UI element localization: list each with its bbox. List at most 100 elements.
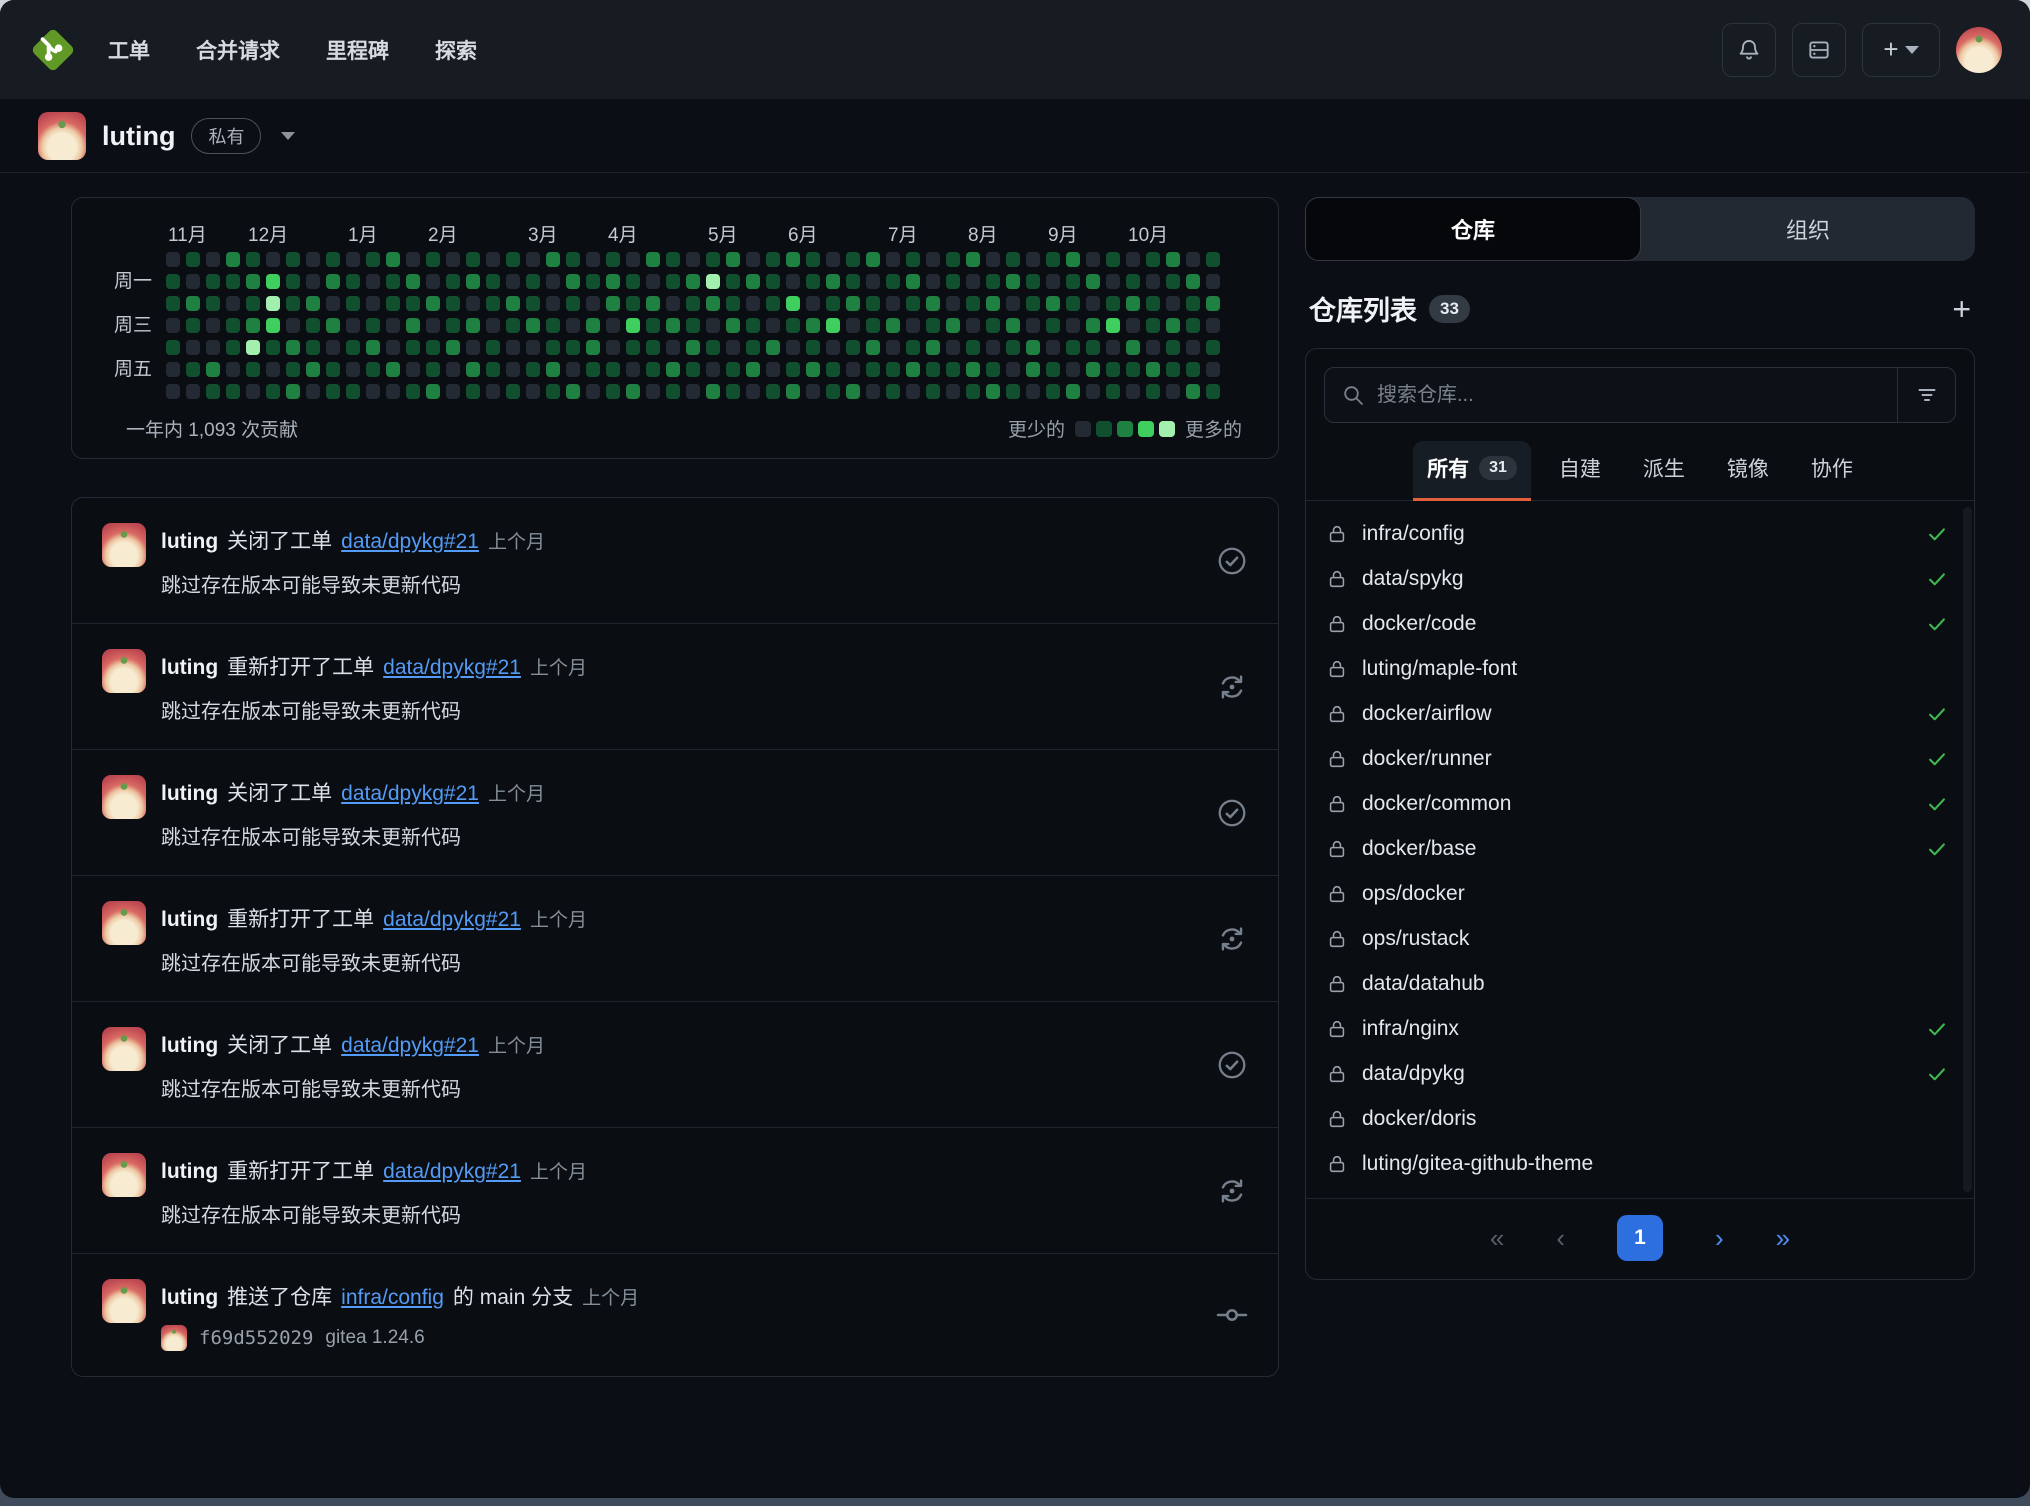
filter-tab-all[interactable]: 所有 31 xyxy=(1413,441,1531,501)
pagination-page-1[interactable]: 1 xyxy=(1617,1215,1663,1261)
heatmap-cell xyxy=(926,384,940,399)
top-navbar: 工单 合并请求 里程碑 探索 xyxy=(0,0,2030,100)
pagination-next-button[interactable]: › xyxy=(1715,1223,1724,1254)
heatmap-cell xyxy=(986,384,1000,399)
footer-license-link[interactable]: 许可证 xyxy=(1217,1497,1274,1498)
repo-row[interactable]: docker/base xyxy=(1306,826,1974,871)
repo-row[interactable]: docker/doris xyxy=(1306,1096,1974,1141)
pagination-first-button[interactable]: « xyxy=(1490,1223,1504,1254)
feed-target-link[interactable]: data/dpykg#21 xyxy=(341,782,479,806)
heatmap-cell xyxy=(686,362,700,377)
nav-item-issues[interactable]: 工单 xyxy=(108,35,150,65)
pagination-last-button[interactable]: » xyxy=(1776,1223,1790,1254)
repo-name: docker/runner xyxy=(1362,747,1492,771)
repo-row[interactable]: data/datahub xyxy=(1306,961,1974,1006)
profile-avatar[interactable] xyxy=(38,112,86,160)
heatmap-cell xyxy=(246,340,260,355)
feed-username-link[interactable]: luting xyxy=(161,1034,218,1058)
heatmap-month-label: 6月 xyxy=(788,220,818,247)
avatar[interactable] xyxy=(102,649,146,693)
tab-repositories[interactable]: 仓库 xyxy=(1305,197,1641,261)
heatmap-cell xyxy=(1006,318,1020,333)
feed-target-link[interactable]: infra/config xyxy=(341,1286,444,1310)
feed-username-link[interactable]: luting xyxy=(161,782,218,806)
chevron-down-icon[interactable] xyxy=(281,132,295,140)
heatmap-cell xyxy=(286,384,300,399)
nav-item-milestones[interactable]: 里程碑 xyxy=(326,35,389,65)
heatmap-cell xyxy=(346,296,360,311)
heatmap-cell xyxy=(746,318,760,333)
repo-row[interactable]: data/dpykg xyxy=(1306,1051,1974,1096)
avatar[interactable] xyxy=(102,523,146,567)
avatar[interactable] xyxy=(102,1153,146,1197)
repo-name: infra/config xyxy=(1362,522,1465,546)
feed-target-link[interactable]: data/dpykg#21 xyxy=(383,908,521,932)
heatmap-cell xyxy=(386,384,400,399)
feed-username-link[interactable]: luting xyxy=(161,1286,218,1310)
repo-name: luting/maple-font xyxy=(1362,657,1517,681)
filter-tab-mirrors[interactable]: 镜像 xyxy=(1713,441,1783,501)
tab-organizations[interactable]: 组织 xyxy=(1641,197,1975,261)
filter-tab-self[interactable]: 自建 xyxy=(1545,441,1615,501)
repo-row[interactable]: docker/code xyxy=(1306,601,1974,646)
feed-target-link[interactable]: data/dpykg#21 xyxy=(341,1034,479,1058)
feed-target-link[interactable]: data/dpykg#21 xyxy=(383,656,521,680)
feed-target-link[interactable]: data/dpykg#21 xyxy=(341,530,479,554)
heatmap-cell xyxy=(666,384,680,399)
repo-row[interactable]: docker/airflow xyxy=(1306,691,1974,736)
repo-row[interactable]: infra/config xyxy=(1306,511,1974,556)
feed-username-link[interactable]: luting xyxy=(161,656,218,680)
repo-row[interactable]: ops/docker xyxy=(1306,871,1974,916)
heatmap-month-labels: 11月12月1月2月3月4月5月6月7月8月9月10月 xyxy=(166,220,1220,246)
user-avatar[interactable] xyxy=(1956,27,2002,73)
avatar[interactable] xyxy=(102,1279,146,1323)
add-repo-button[interactable]: + xyxy=(1952,293,1971,325)
avatar[interactable] xyxy=(102,901,146,945)
heatmap-cell xyxy=(1086,318,1100,333)
repo-row[interactable]: luting/maple-font xyxy=(1306,646,1974,691)
heatmap-month-label: 1月 xyxy=(348,220,378,247)
repo-row[interactable]: luting/gitea-github-theme xyxy=(1306,1141,1974,1186)
feed-target-link[interactable]: data/dpykg#21 xyxy=(383,1160,521,1184)
repo-row[interactable]: docker/runner xyxy=(1306,736,1974,781)
nav-item-pull-requests[interactable]: 合并请求 xyxy=(196,35,280,65)
repo-row[interactable]: data/spykg xyxy=(1306,556,1974,601)
heatmap-day-labels: 周一 周三 周五 xyxy=(102,220,166,399)
admin-panel-button[interactable] xyxy=(1792,23,1846,77)
heatmap-cell xyxy=(546,340,560,355)
heatmap-cell xyxy=(346,340,360,355)
search-filter-button[interactable] xyxy=(1897,368,1955,422)
footer-language-link[interactable]: 简体中文 xyxy=(1081,1497,1185,1498)
create-new-button[interactable]: + xyxy=(1862,23,1940,77)
heatmap-cell xyxy=(406,252,420,267)
repo-row[interactable]: infra/nginx xyxy=(1306,1006,1974,1051)
feed-username-link[interactable]: luting xyxy=(161,908,218,932)
nav-item-explore[interactable]: 探索 xyxy=(435,35,477,65)
avatar[interactable] xyxy=(102,1027,146,1071)
heatmap-cell xyxy=(546,274,560,289)
feed-username-link[interactable]: luting xyxy=(161,530,218,554)
feed-timestamp: 上个月 xyxy=(530,653,587,680)
repo-row[interactable]: ops/rustack xyxy=(1306,916,1974,961)
notifications-button[interactable] xyxy=(1722,23,1776,77)
repo-searchbox xyxy=(1324,367,1956,423)
contribution-heatmap-card: 周一 周三 周五 11月12月1月2月3月4月5月6月7月8月9月10月 一年内… xyxy=(71,197,1279,459)
avatar[interactable] xyxy=(102,775,146,819)
commit-hash-link[interactable]: f69d552029 xyxy=(199,1327,313,1349)
filter-tab-forks[interactable]: 派生 xyxy=(1629,441,1699,501)
repo-list-scrollbar[interactable] xyxy=(1963,507,1972,1192)
repo-search-input[interactable] xyxy=(1377,384,1897,407)
pagination-prev-button[interactable]: ‹ xyxy=(1556,1223,1565,1254)
heatmap-cell xyxy=(206,296,220,311)
heatmap-month-label: 4月 xyxy=(608,220,638,247)
repo-row[interactable]: docker/common xyxy=(1306,781,1974,826)
heatmap-cell xyxy=(746,296,760,311)
heatmap-cell xyxy=(226,252,240,267)
filter-tab-collaborative[interactable]: 协作 xyxy=(1797,441,1867,501)
heatmap-cell xyxy=(786,274,800,289)
heatmap-cell xyxy=(386,362,400,377)
bell-icon xyxy=(1736,37,1762,63)
gitea-logo-icon[interactable] xyxy=(28,25,78,75)
feed-username-link[interactable]: luting xyxy=(161,1160,218,1184)
profile-username[interactable]: luting xyxy=(102,121,175,152)
